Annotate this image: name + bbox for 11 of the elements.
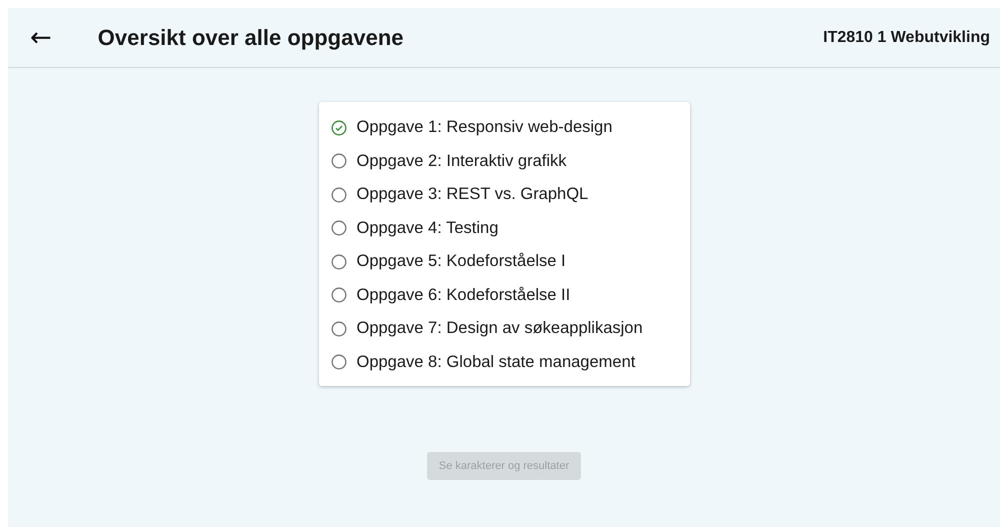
- course-name: IT2810 1 Webutvikling: [823, 28, 990, 46]
- task-link[interactable]: Oppgave 1: Responsiv web-design: [356, 118, 612, 138]
- task-link[interactable]: Oppgave 6: Kodeforståelse II: [356, 286, 570, 305]
- task-link[interactable]: Oppgave 5: Kodeforståelse I: [356, 252, 566, 272]
- task-link[interactable]: Oppgave 8: Global state management: [356, 352, 636, 372]
- page-title: Oversikt over alle oppgavene: [98, 24, 404, 50]
- back-button[interactable]: ←: [26, 22, 56, 52]
- task-link[interactable]: Oppgave 2: Interaktiv grafikk: [356, 152, 567, 171]
- task-link[interactable]: Oppgave 3: REST vs. GraphQL: [356, 185, 588, 204]
- task-link[interactable]: Oppgave 7: Design av søkeapplikasjon: [356, 319, 643, 338]
- task-link[interactable]: Oppgave 4: Testing: [356, 218, 498, 238]
